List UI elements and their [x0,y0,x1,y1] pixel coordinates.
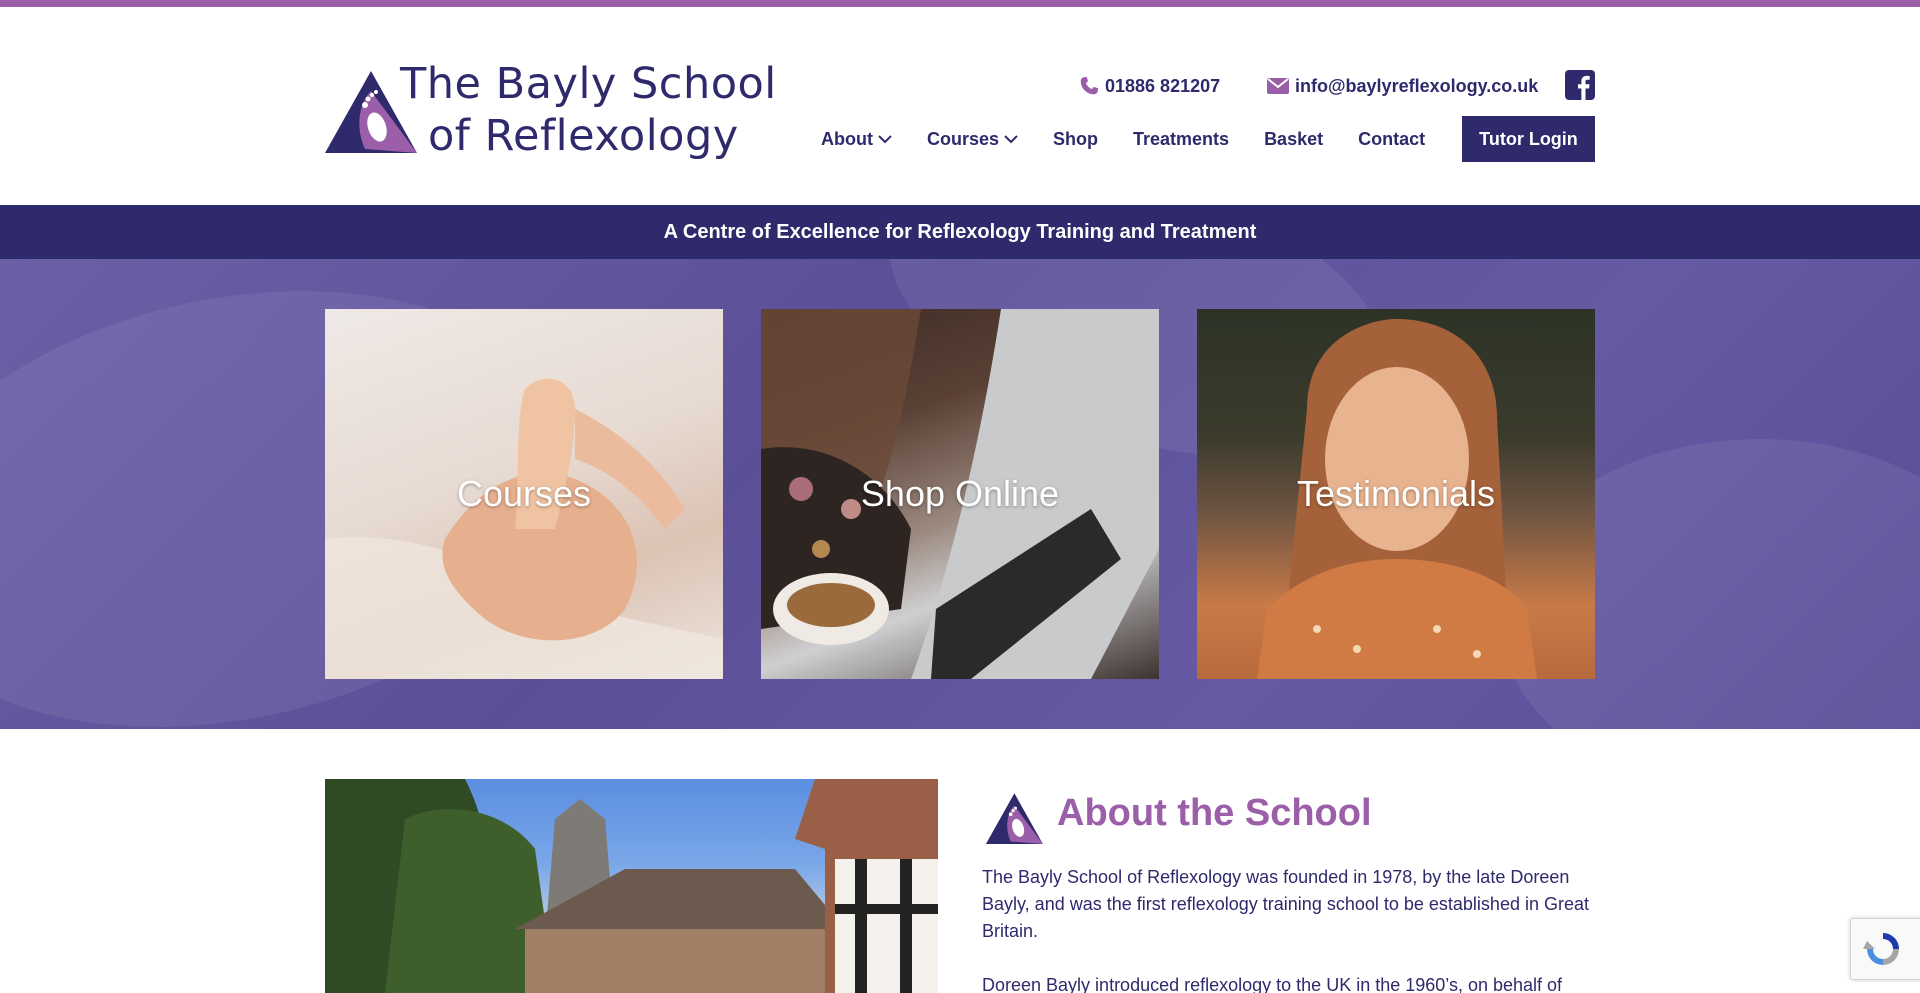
courses-tile-label: Courses [456,473,592,514]
nav-courses-label: Courses [926,128,1000,149]
hero-section: Courses Shop Online Testimonials [0,259,1920,729]
facebook-link[interactable] [1565,70,1595,100]
shop-online-tile[interactable]: Shop Online [761,309,1159,679]
email-link[interactable]: info@baylyreflexology.co.uk [1266,71,1538,101]
facebook-icon [1565,70,1595,100]
phone-number: 01886 821207 [1105,75,1221,96]
testimonials-tile-label: Testimonials [1296,473,1496,514]
school-building-photo [325,779,938,993]
main-nav: About Courses Shop Treatments Basket Con… [821,116,1460,162]
nav-treatments[interactable]: Treatments [1133,129,1229,150]
nav-treatments-label: Treatments [1133,128,1230,149]
tutor-login-button[interactable]: Tutor Login [1462,116,1595,162]
logo-text-line2: of Reflexology [428,111,739,161]
about-paragraph: Doreen Bayly introduced reflexology to t… [982,975,1563,993]
email-address: info@baylyreflexology.co.uk [1295,75,1539,96]
tagline-banner: A Centre of Excellence for Reflexology T… [0,205,1920,259]
logo-text-line1: The Bayly School [400,59,777,109]
about-heading: About the School [1057,792,1372,834]
cottage-oast-house-illustration [325,779,938,993]
nav-shop[interactable]: Shop [1053,129,1098,150]
recaptcha-icon [1863,933,1899,965]
nav-about-label: About [821,128,873,149]
nav-basket-label: Basket [1264,128,1324,149]
nav-contact-label: Contact [1358,128,1426,149]
phone-icon [1080,76,1099,95]
top-accent-strip [0,0,1920,7]
nav-basket[interactable]: Basket [1264,129,1323,150]
testimonials-tile[interactable]: Testimonials [1197,309,1595,679]
nav-shop-label: Shop [1053,128,1099,149]
chevron-down-icon [878,135,892,144]
nav-courses[interactable]: Courses [927,129,1018,150]
chevron-down-icon [1004,135,1018,144]
courses-tile[interactable]: Courses [325,309,723,679]
foot-triangle-logo-icon [985,793,1043,844]
nav-about[interactable]: About [821,129,892,150]
recaptcha-badge[interactable] [1850,918,1920,980]
nav-contact[interactable]: Contact [1358,129,1425,150]
site-logo[interactable]: The Bayly School of Reflexology [325,59,776,163]
site-header: The Bayly School of Reflexology 01886 82… [0,7,1920,205]
phone-link[interactable]: 01886 821207 [1078,71,1220,101]
about-paragraph: The Bayly School of Reflexology was foun… [982,867,1589,941]
about-text: The Bayly School of Reflexology was foun… [982,864,1600,993]
envelope-icon [1267,78,1289,94]
shop-online-tile-label: Shop Online [860,473,1060,514]
